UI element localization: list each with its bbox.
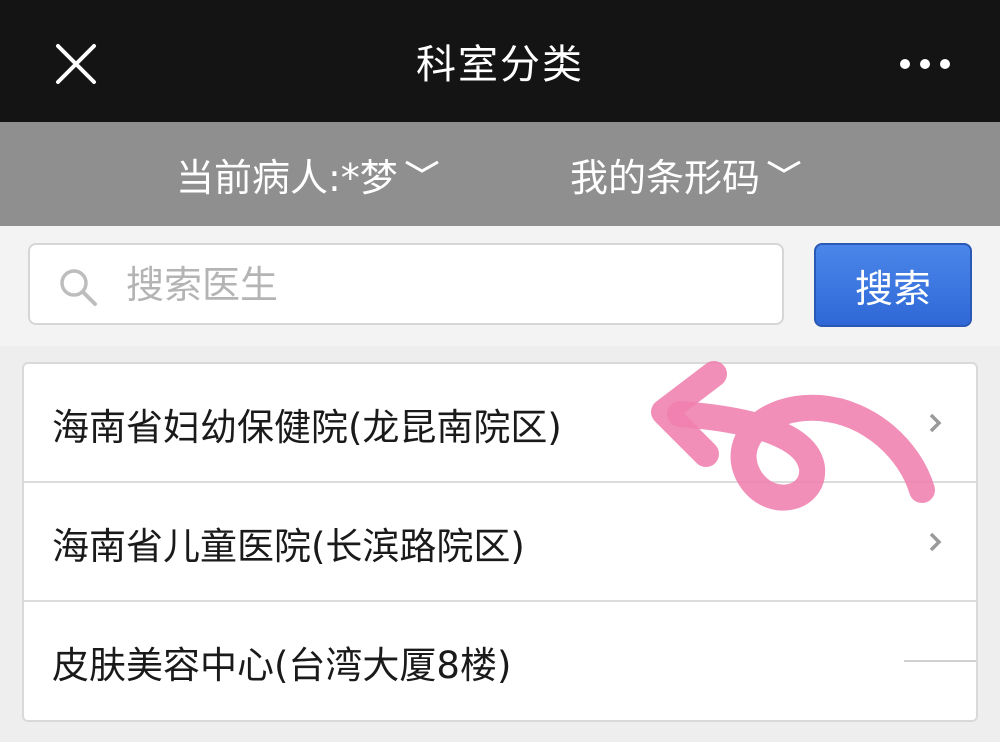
my-barcode-selector[interactable]: 我的条形码 xyxy=(570,122,802,226)
more-icon xyxy=(900,59,950,69)
department-label: 海南省儿童医院(长滨路院区) xyxy=(52,524,525,568)
current-patient-selector[interactable]: 当前病人:*梦 xyxy=(176,122,440,226)
current-patient-label: 当前病人:*梦 xyxy=(176,155,398,200)
more-button[interactable] xyxy=(890,44,960,84)
patient-bar: 当前病人:*梦 我的条形码 xyxy=(0,122,1000,226)
search-icon xyxy=(60,269,97,306)
department-item[interactable]: 海南省儿童医院(长滨路院区) xyxy=(24,483,976,602)
my-barcode-label: 我的条形码 xyxy=(570,155,761,200)
search-bar: 搜索 xyxy=(0,226,1000,346)
search-box[interactable] xyxy=(28,243,784,325)
department-item[interactable]: 皮肤美容中心(台湾大厦8楼) xyxy=(24,602,976,720)
chevron-down-icon xyxy=(767,160,801,173)
chevron-down-icon xyxy=(405,160,439,173)
chevron-right-icon xyxy=(929,532,942,552)
page-title: 科室分类 xyxy=(416,42,584,88)
top-navigation-bar: 科室分类 xyxy=(0,0,1000,122)
department-label: 皮肤美容中心(台湾大厦8楼) xyxy=(52,643,512,687)
chevron-right-icon xyxy=(929,413,942,433)
department-label: 海南省妇幼保健院(龙昆南院区) xyxy=(52,405,562,449)
search-button[interactable]: 搜索 xyxy=(814,243,972,327)
item-divider xyxy=(904,660,976,662)
department-list: 海南省妇幼保健院(龙昆南院区) 海南省儿童医院(长滨路院区) 皮肤美容中心(台湾… xyxy=(22,362,978,722)
department-item[interactable]: 海南省妇幼保健院(龙昆南院区) xyxy=(24,364,976,483)
search-input[interactable] xyxy=(124,245,768,325)
